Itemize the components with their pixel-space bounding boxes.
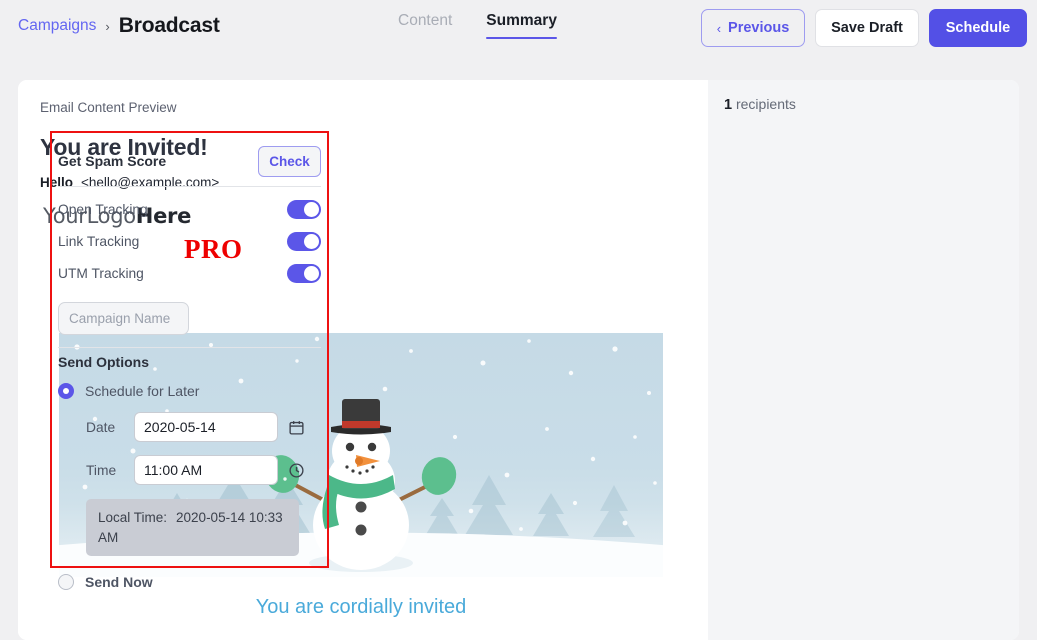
tab-bar: Content Summary [398,12,557,39]
send-now-label: Send Now [85,574,153,591]
page-title: Broadcast [118,14,220,37]
top-bar: Campaigns › Broadcast Content Summary ‹ … [0,0,1037,56]
toolbar-actions: ‹ Previous Save Draft Schedule [701,9,1027,47]
link-tracking-row: Link Tracking [58,225,321,257]
date-input[interactable] [134,412,278,442]
pro-settings-panel: Get Spam Score Check Open Tracking Link … [58,138,321,591]
save-draft-button[interactable]: Save Draft [815,9,919,47]
open-tracking-toggle[interactable] [287,199,321,219]
campaign-name-input[interactable] [58,302,189,335]
open-tracking-label: Open Tracking [58,201,148,217]
tab-content[interactable]: Content [398,12,452,39]
date-field-row: Date [86,412,321,442]
schedule-for-later-radio[interactable] [58,383,74,399]
local-time-label: Local Time: [98,510,168,525]
calendar-icon[interactable] [288,419,305,436]
content-card: Email Content Preview You are Invited! H… [18,80,1019,640]
schedule-for-later-option[interactable]: Schedule for Later [58,383,321,399]
recipients-number: 1 [724,97,733,113]
previous-button-label: Previous [728,20,790,36]
link-tracking-label: Link Tracking [58,233,140,249]
recipients-label: recipients [735,96,796,112]
tab-summary[interactable]: Summary [486,12,557,39]
chevron-left-icon: ‹ [716,20,722,36]
clock-icon[interactable] [288,462,305,479]
breadcrumb-campaigns-link[interactable]: Campaigns [18,17,96,35]
breadcrumb-separator-icon: › [105,18,110,34]
time-input[interactable] [134,455,278,485]
breadcrumb: Campaigns › Broadcast [18,14,220,38]
check-spam-score-button[interactable]: Check [258,145,321,177]
campaign-name-wrapper [58,302,321,335]
email-caption: You are cordially invited [255,596,467,618]
time-label: Time [86,462,117,478]
date-label: Date [86,419,116,435]
previous-button[interactable]: ‹ Previous [701,9,805,47]
utm-tracking-toggle[interactable] [287,263,321,283]
local-time-box: Local Time: 2020-05-14 10:33 AM [86,499,299,557]
open-tracking-row: Open Tracking [58,193,321,225]
utm-tracking-row: UTM Tracking [58,257,321,289]
toggle-knob [304,201,319,217]
toggle-knob [304,233,319,249]
send-now-option[interactable]: Send Now [58,574,321,591]
spam-score-label: Get Spam Score [58,153,167,169]
schedule-for-later-label: Schedule for Later [85,383,200,399]
divider [58,347,321,348]
divider [58,186,321,187]
utm-tracking-label: UTM Tracking [58,265,144,281]
spam-score-row: Get Spam Score Check [58,138,321,184]
send-now-radio[interactable] [58,574,74,591]
summary-sidebar: 1 recipients [708,80,1019,640]
time-field-row: Time [86,455,321,485]
schedule-button[interactable]: Schedule [929,9,1027,47]
link-tracking-toggle[interactable] [287,231,321,251]
send-options-title: Send Options [58,354,149,370]
radio-dot [63,388,69,394]
preview-section-label: Email Content Preview [40,100,177,115]
recipients-count: 1 recipients [724,96,1003,113]
toggle-knob [304,265,319,281]
